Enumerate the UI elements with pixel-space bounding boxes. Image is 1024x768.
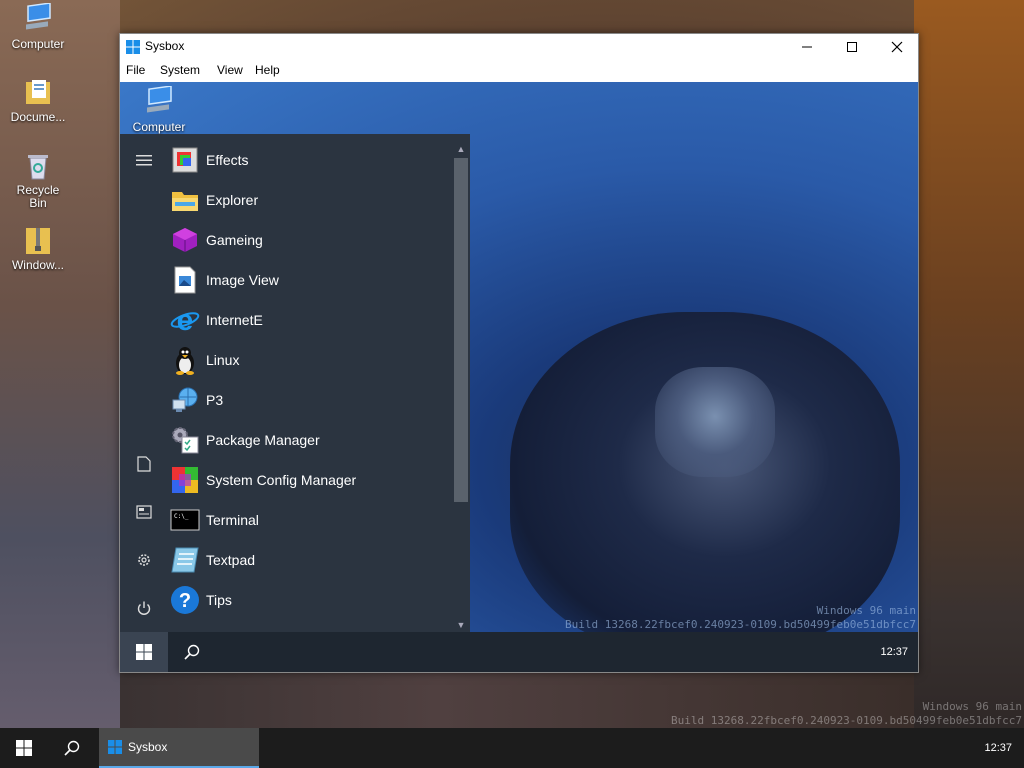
virtual-desktop: Computer Windows 96 main Build 13268.22f… bbox=[120, 82, 918, 672]
virtual-clock[interactable]: 12:37 bbox=[880, 632, 908, 672]
gear-icon bbox=[138, 554, 150, 566]
start-menu: Effects Explorer Gameing Image View e In… bbox=[120, 134, 470, 632]
app-item-package-manager[interactable]: Package Manager bbox=[170, 420, 452, 460]
penguin-icon bbox=[170, 345, 200, 375]
windows-logo-icon bbox=[16, 740, 32, 756]
taskbar: Sysbox 12:37 bbox=[0, 728, 1024, 768]
maximize-icon bbox=[846, 41, 857, 52]
desktop-icon-computer[interactable]: Computer bbox=[5, 2, 71, 51]
desktop-icon-documents[interactable]: Docume... bbox=[5, 76, 71, 124]
search-icon bbox=[184, 644, 200, 660]
app-item-system-config-manager[interactable]: System Config Manager bbox=[170, 460, 452, 500]
start-menu-sidebar bbox=[120, 134, 168, 632]
app-item-terminal[interactable]: C:\_ Terminal bbox=[170, 500, 452, 540]
app-item-internete[interactable]: e InternetE bbox=[170, 300, 452, 340]
search-button[interactable] bbox=[48, 728, 96, 768]
menu-system[interactable]: System bbox=[160, 63, 200, 77]
menu-help[interactable]: Help bbox=[255, 63, 280, 77]
virtual-search-button[interactable] bbox=[168, 632, 216, 672]
menu-view[interactable]: View bbox=[217, 63, 243, 77]
app-item-linux[interactable]: Linux bbox=[170, 340, 452, 380]
sysbox-window[interactable]: Sysbox File System View Help Computer Wi… bbox=[119, 33, 919, 673]
pictures-button[interactable] bbox=[120, 492, 168, 532]
config-blocks-icon bbox=[170, 465, 200, 495]
svg-text:?: ? bbox=[179, 590, 191, 612]
documents-folder-icon bbox=[22, 76, 54, 108]
app-item-tips[interactable]: ? Tips bbox=[170, 580, 452, 620]
minimize-button[interactable] bbox=[784, 34, 829, 59]
document-icon bbox=[137, 456, 151, 472]
virtual-start-button[interactable] bbox=[120, 632, 168, 672]
recycle-bin-icon bbox=[22, 150, 54, 182]
windows-logo-icon bbox=[126, 40, 140, 59]
search-icon bbox=[64, 740, 80, 756]
virtual-taskbar: 12:37 bbox=[120, 632, 918, 672]
virtual-desktop-icon-computer[interactable]: Computer bbox=[126, 85, 192, 134]
zip-folder-icon bbox=[22, 224, 54, 256]
desktop-icon-recycle-bin[interactable]: Recycle Bin bbox=[5, 150, 71, 210]
desktop-icon-label: Docume... bbox=[10, 110, 66, 124]
power-icon bbox=[137, 601, 151, 615]
virtual-build-watermark: Windows 96 main Build 13268.22fbcef0.240… bbox=[565, 604, 916, 631]
close-icon bbox=[891, 41, 902, 52]
help-icon: ? bbox=[170, 585, 200, 615]
menu-bar: File System View Help bbox=[120, 59, 918, 82]
svg-text:C:\_: C:\_ bbox=[174, 513, 189, 520]
app-item-gameing[interactable]: Gameing bbox=[170, 220, 452, 260]
desktop-build-watermark: Windows 96 main Build 13268.22fbcef0.240… bbox=[671, 700, 1022, 727]
app-item-image-view[interactable]: Image View bbox=[170, 260, 452, 300]
start-button[interactable] bbox=[0, 728, 48, 768]
scroll-thumb[interactable] bbox=[454, 158, 468, 502]
taskbar-app-sysbox[interactable]: Sysbox bbox=[99, 728, 259, 768]
documents-button[interactable] bbox=[120, 444, 168, 484]
minimize-icon bbox=[801, 46, 812, 47]
start-menu-app-list: Effects Explorer Gameing Image View e In… bbox=[170, 140, 452, 620]
wallpaper-gorilla-face bbox=[655, 367, 775, 477]
desktop-icon-label: Recycle Bin bbox=[16, 183, 60, 210]
hamburger-icon bbox=[136, 155, 152, 166]
computer-icon bbox=[22, 2, 54, 35]
hamburger-button[interactable] bbox=[120, 140, 168, 180]
app-item-explorer[interactable]: Explorer bbox=[170, 180, 452, 220]
desktop-icon-label: Window... bbox=[11, 258, 65, 272]
wallpaper-gorilla bbox=[510, 312, 900, 652]
windows-logo-icon bbox=[108, 740, 122, 754]
picture-icon bbox=[136, 505, 152, 519]
svg-text:e: e bbox=[177, 305, 194, 335]
maximize-button[interactable] bbox=[829, 34, 874, 59]
package-gear-icon bbox=[170, 425, 200, 455]
app-item-effects[interactable]: Effects bbox=[170, 140, 452, 180]
window-titlebar[interactable]: Sysbox bbox=[120, 34, 918, 59]
textpad-icon bbox=[170, 545, 200, 575]
menu-file[interactable]: File bbox=[126, 63, 145, 77]
power-button[interactable] bbox=[120, 588, 168, 628]
windows-logo-icon bbox=[136, 644, 152, 660]
desktop-wallpaper-right bbox=[914, 0, 1024, 768]
settings-button[interactable] bbox=[120, 540, 168, 580]
image-icon bbox=[170, 265, 200, 295]
app-item-p3[interactable]: P3 bbox=[170, 380, 452, 420]
effects-icon bbox=[170, 145, 200, 175]
taskbar-app-label: Sysbox bbox=[128, 740, 168, 754]
start-menu-scrollbar[interactable]: ▲ ▼ bbox=[454, 142, 468, 632]
terminal-icon: C:\_ bbox=[170, 505, 200, 535]
taskbar-clock[interactable]: 12:37 bbox=[984, 728, 1012, 768]
app-item-textpad[interactable]: Textpad bbox=[170, 540, 452, 580]
scroll-down-arrow[interactable]: ▼ bbox=[454, 618, 468, 632]
game-cube-icon bbox=[170, 225, 200, 255]
window-title: Sysbox bbox=[145, 39, 185, 53]
scroll-up-arrow[interactable]: ▲ bbox=[454, 142, 468, 156]
desktop-icon-windows-folder[interactable]: Window... bbox=[5, 224, 71, 272]
close-button[interactable] bbox=[874, 34, 919, 59]
network-globe-icon bbox=[170, 385, 200, 415]
computer-icon bbox=[143, 85, 175, 118]
internet-explorer-icon: e bbox=[170, 305, 200, 335]
folder-icon bbox=[170, 185, 200, 215]
desktop-icon-label: Computer bbox=[132, 120, 186, 134]
desktop-icon-label: Computer bbox=[11, 37, 65, 51]
